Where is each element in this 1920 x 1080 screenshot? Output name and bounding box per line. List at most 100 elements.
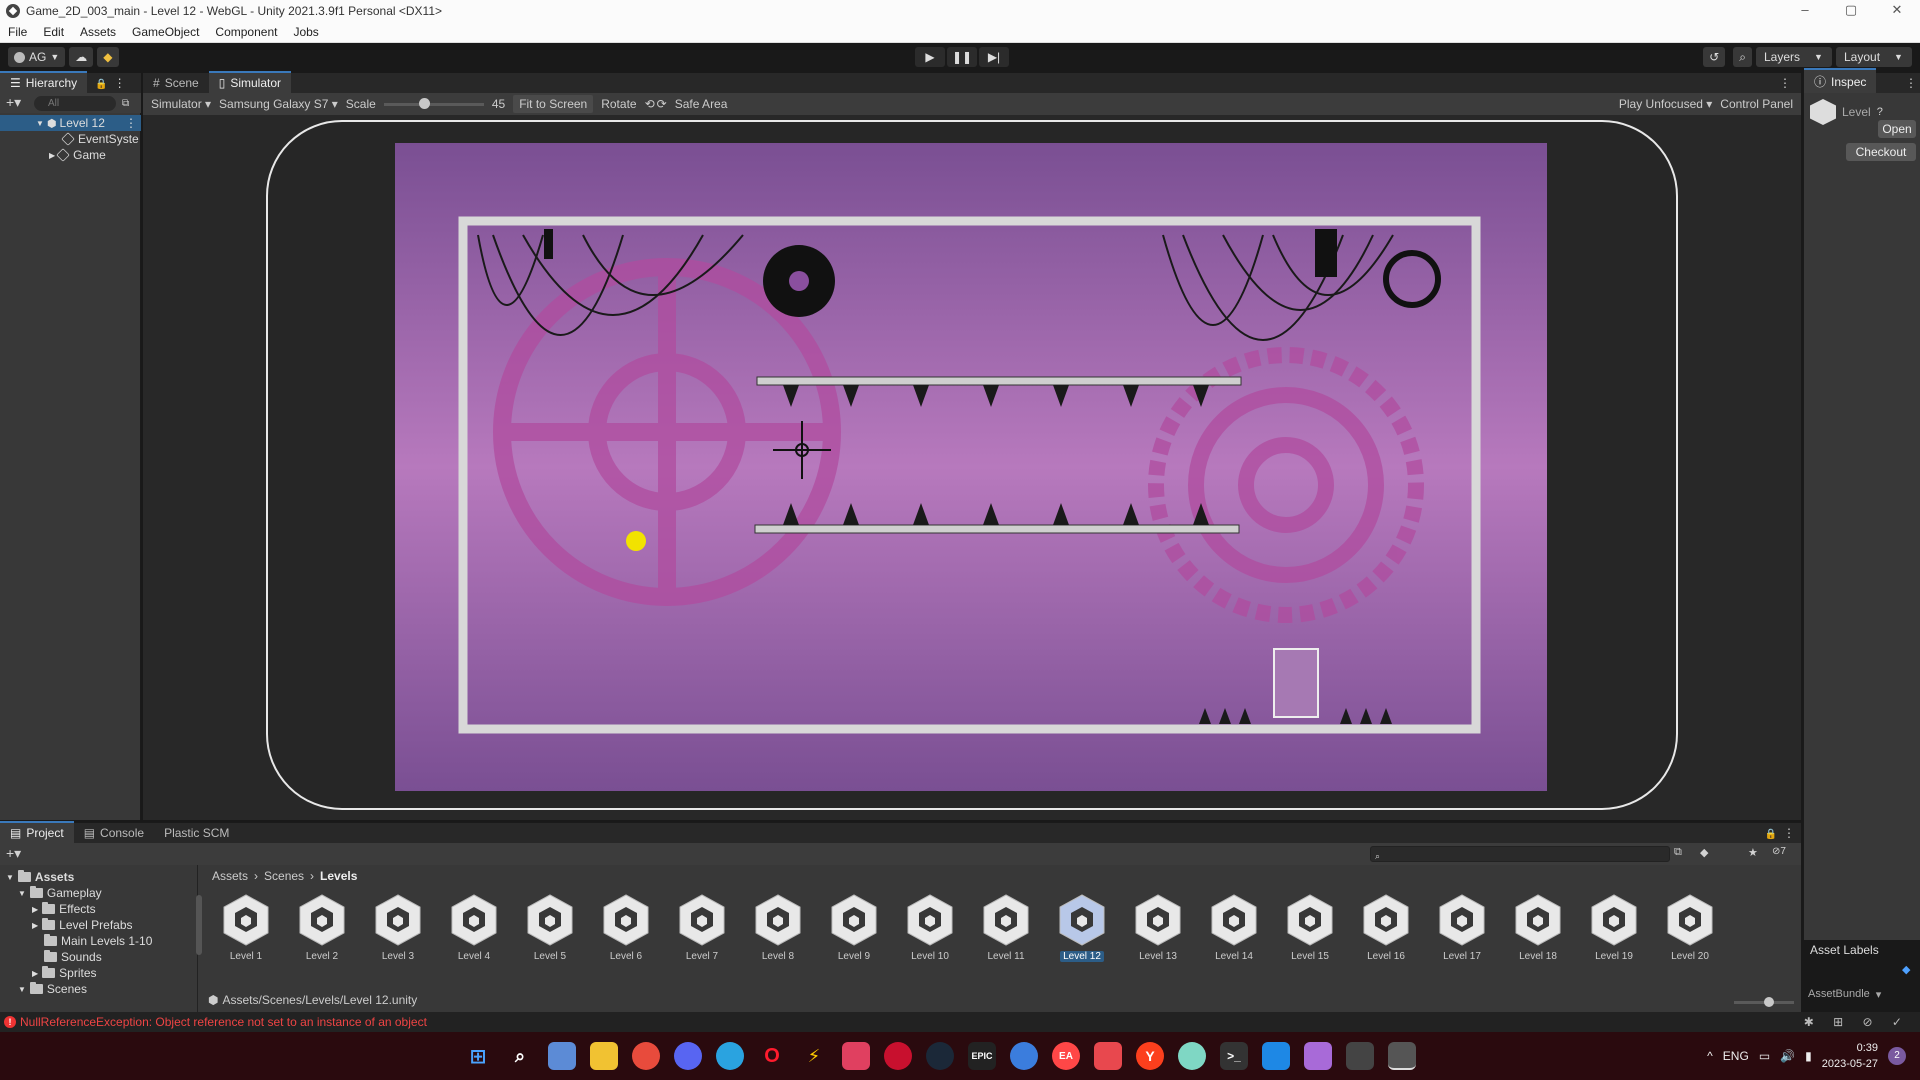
step-button[interactable]: ▶| [979,47,1009,67]
device-dropdown[interactable]: Samsung Galaxy S7 ▾ [219,97,338,111]
lightning-app-icon[interactable]: ⚡ [800,1042,828,1070]
expand-arrow-icon[interactable]: ▼ [36,119,44,128]
search-icon[interactable]: ⌕ [506,1042,534,1070]
expand-arrow-icon[interactable]: ▶ [49,151,55,160]
telegram-icon[interactable] [716,1042,744,1070]
asset-item[interactable]: Level 16 [1348,891,1424,971]
history-button[interactable]: ↺ [1703,47,1726,67]
git-app-icon[interactable] [1304,1042,1332,1070]
play-button[interactable]: ▶ [915,47,945,67]
rotate-right-icon[interactable]: ⟳ [657,97,667,111]
asset-item[interactable]: Level 13 [1120,891,1196,971]
maximize-button[interactable]: ▢ [1828,0,1874,22]
asset-item[interactable]: Level 10 [892,891,968,971]
tab-plastic-scm[interactable]: Plastic SCM [154,823,239,843]
hierarchy-item-game[interactable]: ▶ Game [0,147,141,163]
error-message[interactable]: NullReferenceException: Object reference… [20,1015,427,1029]
cloud-button[interactable]: ☁ [69,47,94,67]
asset-item[interactable]: Level 17 [1424,891,1500,971]
tab-hierarchy[interactable]: ☰ Hierarchy [0,71,88,93]
file-explorer-icon[interactable] [590,1042,618,1070]
asset-item[interactable]: Level 6 [588,891,664,971]
tab-project[interactable]: ▤ Project [0,821,74,843]
asset-item[interactable]: Level 8 [740,891,816,971]
add-icon[interactable]: +▾ [6,94,21,111]
clock[interactable]: 0:39 2023-05-27 [1822,1040,1878,1072]
hidden-packages-toggle[interactable]: ⊘7 [1772,846,1786,857]
tag-icon[interactable]: ◆ [1902,963,1910,976]
asset-item[interactable]: Level 19 [1576,891,1652,971]
more-menu-icon[interactable]: ⋮ [1779,76,1791,90]
volume-icon[interactable]: 🔊 [1780,1049,1795,1063]
asset-item[interactable]: Level 15 [1272,891,1348,971]
hierarchy-item-scene[interactable]: ▼ ⬢ Level 12 ⋮ [0,115,141,131]
terminal-icon[interactable]: >_ [1220,1042,1248,1070]
menu-component[interactable]: Component [207,25,285,39]
menu-gameobject[interactable]: GameObject [124,25,207,39]
hierarchy-item-eventsystem[interactable]: EventSyste [0,131,141,147]
collab-button[interactable]: ◆ [97,47,119,67]
menu-assets[interactable]: Assets [72,25,124,39]
scale-slider[interactable] [383,97,484,109]
tab-simulator[interactable]: ▯ Simulator [208,71,292,93]
close-button[interactable]: ✕ [1874,0,1920,22]
battery-icon[interactable]: ▮ [1805,1049,1812,1063]
menu-edit[interactable]: Edit [35,25,72,39]
filter-icon[interactable]: ⧉ [122,98,129,109]
pause-button[interactable]: ❚❚ [947,47,977,67]
tree-item-effects[interactable]: ▶ Effects [32,901,96,917]
layers-dropdown[interactable]: Layers ▼ [1756,47,1832,67]
lock-icon[interactable]: 🔒 [1765,829,1777,840]
app-icon[interactable] [1094,1042,1122,1070]
asset-bundle-dropdown[interactable]: AssetBundle ▾ [1808,988,1881,1001]
opera-icon[interactable]: O [758,1042,786,1070]
more-menu-icon[interactable]: ⋮ [1783,826,1795,840]
icon-size-slider[interactable] [1734,997,1794,1007]
lock-icon[interactable]: 🔒 [95,79,107,90]
language-indicator[interactable]: ENG [1723,1049,1749,1063]
project-search-input[interactable]: ⌕ [1370,846,1670,862]
account-dropdown[interactable]: AG ▼ [8,47,66,67]
tree-item-scenes[interactable]: ▼ Scenes [18,981,87,997]
asset-item[interactable]: Level 12 [1044,891,1120,971]
unity-hub-icon[interactable] [1346,1042,1374,1070]
rotate-left-icon[interactable]: ⟲ [645,97,655,111]
tray-chevron-icon[interactable]: ^ [1707,1049,1713,1063]
filter-by-label-icon[interactable]: ◆ [1700,846,1708,859]
tab-console[interactable]: ▤ Console [74,823,154,843]
help-icon[interactable]: ? [1877,106,1883,118]
windows-start-icon[interactable]: ⊞ [464,1042,492,1070]
asset-item[interactable]: Level 2 [284,891,360,971]
minimize-button[interactable]: – [1782,0,1828,22]
tab-scene[interactable]: # Scene [143,73,209,93]
tree-item-sprites[interactable]: ▶ Sprites [32,965,97,981]
steam-icon[interactable] [926,1042,954,1070]
asset-item[interactable]: Level 1 [208,891,284,971]
photos-icon[interactable] [548,1042,576,1070]
app-icon[interactable] [842,1042,870,1070]
tree-item-assets[interactable]: ▼ Assets [6,869,74,885]
asset-item[interactable]: Level 9 [816,891,892,971]
asset-item[interactable]: Level 18 [1500,891,1576,971]
discord-icon[interactable] [674,1042,702,1070]
ea-icon[interactable]: EA [1052,1042,1080,1070]
filter-by-type-icon[interactable]: ⧉ [1674,846,1682,859]
app-icon[interactable] [884,1042,912,1070]
yandex-icon[interactable]: Y [1136,1042,1164,1070]
app-icon[interactable] [1010,1042,1038,1070]
fit-to-screen-button[interactable]: Fit to Screen [513,95,594,113]
open-button[interactable]: Open [1878,120,1916,138]
tree-item-level-prefabs[interactable]: ▶ Level Prefabs [32,917,133,933]
asset-item[interactable]: Level 20 [1652,891,1728,971]
status-bar[interactable]: ! NullReferenceException: Object referen… [0,1012,1920,1032]
vscode-icon[interactable] [1262,1042,1290,1070]
network-icon[interactable]: ▭ [1759,1049,1770,1063]
hierarchy-search-input[interactable]: All [34,95,116,111]
tree-item-sounds[interactable]: Sounds [44,949,102,965]
mode-dropdown[interactable]: Simulator ▾ [151,97,211,111]
tree-item-main-levels[interactable]: Main Levels 1-10 [44,933,152,949]
chrome-icon[interactable] [632,1042,660,1070]
epic-games-icon[interactable]: EPIC [968,1042,996,1070]
add-icon[interactable]: +▾ [6,845,21,862]
tree-item-gameplay[interactable]: ▼ Gameplay [18,885,102,901]
